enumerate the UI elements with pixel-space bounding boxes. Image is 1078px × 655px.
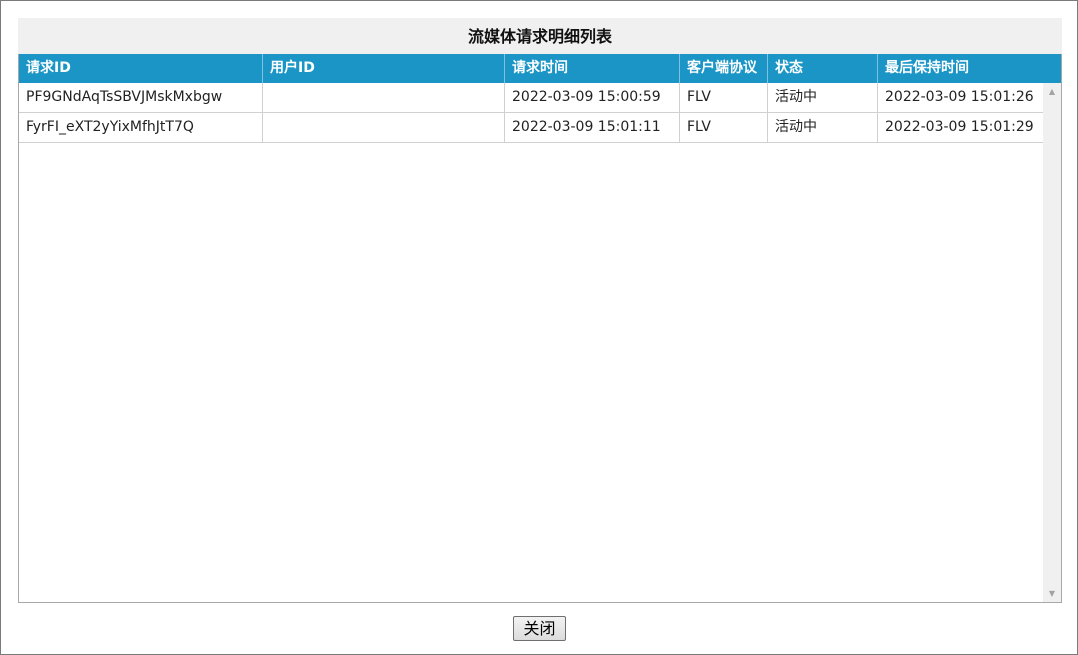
cell-request-id: PF9GNdAqTsSBVJMskMxbgw [19,83,263,112]
table-header: 请求ID 用户ID 请求时间 客户端协议 状态 最后保持时间 [19,54,1061,83]
column-header-request-id[interactable]: 请求ID [19,54,263,83]
column-header-last-keepalive[interactable]: 最后保持时间 [878,54,1061,83]
cell-request-id: FyrFI_eXT2yYixMfhJtT7Q [19,113,263,142]
cell-client-protocol: FLV [680,83,768,112]
stream-request-dialog: 流媒体请求明细列表 请求ID 用户ID 请求时间 客户端协议 状态 最后保持时间… [0,0,1078,655]
vertical-scrollbar[interactable]: ▲ ▼ [1043,83,1061,602]
cell-status: 活动中 [768,113,878,142]
table-body: PF9GNdAqTsSBVJMskMxbgw 2022-03-09 15:00:… [19,83,1043,602]
cell-client-protocol: FLV [680,113,768,142]
cell-request-time: 2022-03-09 15:00:59 [505,83,680,112]
cell-status: 活动中 [768,83,878,112]
table-row[interactable]: FyrFI_eXT2yYixMfhJtT7Q 2022-03-09 15:01:… [19,113,1043,143]
column-header-request-time[interactable]: 请求时间 [505,54,680,83]
close-button[interactable]: 关闭 [513,616,566,641]
scroll-down-arrow-icon[interactable]: ▼ [1043,585,1061,602]
cell-user-id [263,83,505,112]
cell-last-keepalive: 2022-03-09 15:01:29 [885,119,1034,135]
column-header-status[interactable]: 状态 [768,54,878,83]
cell-last-keepalive: 2022-03-09 15:01:26 [885,89,1034,105]
column-header-client-protocol[interactable]: 客户端协议 [680,54,768,83]
column-header-user-id[interactable]: 用户ID [263,54,505,83]
table-row[interactable]: PF9GNdAqTsSBVJMskMxbgw 2022-03-09 15:00:… [19,83,1043,113]
scroll-up-arrow-icon[interactable]: ▲ [1043,83,1061,100]
request-table: 请求ID 用户ID 请求时间 客户端协议 状态 最后保持时间 PF9GNdAqT… [18,54,1062,603]
dialog-title: 流媒体请求明细列表 [18,18,1062,54]
cell-request-time: 2022-03-09 15:01:11 [505,113,680,142]
cell-user-id [263,113,505,142]
